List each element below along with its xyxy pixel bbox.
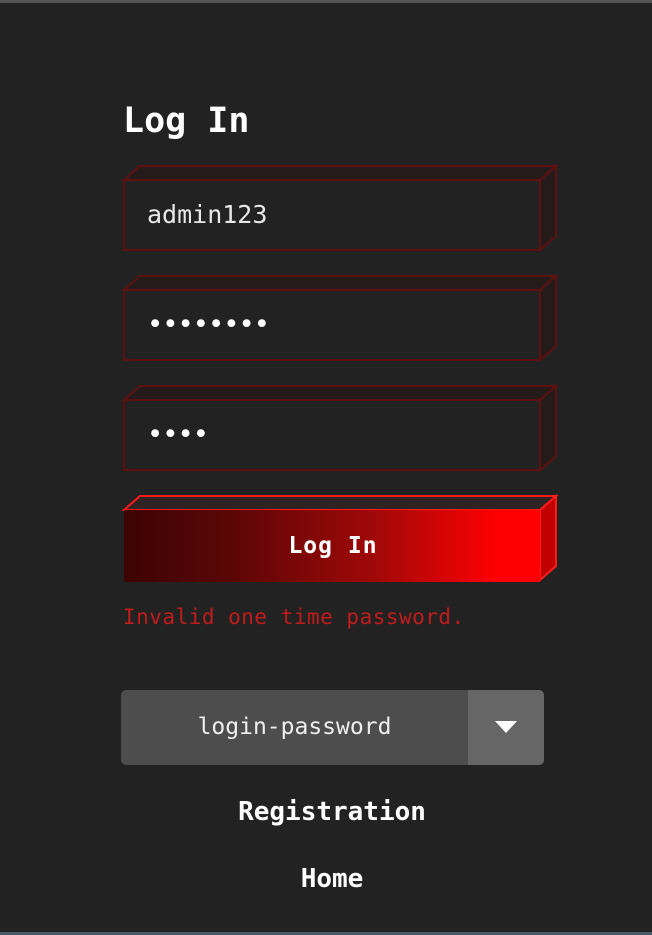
username-field-wrapper	[121, 163, 559, 253]
otp-field-wrapper	[121, 383, 559, 473]
login-method-select[interactable]: login-password	[121, 690, 544, 765]
registration-link[interactable]: Registration	[0, 797, 652, 827]
home-link-label: Home	[300, 864, 364, 894]
error-message: Invalid one time password.	[123, 605, 465, 629]
login-method-selected-value: login-password	[197, 714, 392, 740]
window-top-border	[0, 0, 652, 3]
page-title: Log In	[123, 101, 250, 141]
registration-link-label: Registration	[238, 797, 426, 827]
login-button[interactable]: Log In	[121, 493, 559, 584]
password-input[interactable]	[125, 292, 539, 357]
otp-input[interactable]	[125, 402, 539, 467]
home-link[interactable]: Home	[0, 864, 652, 894]
select-dropdown-toggle[interactable]	[468, 690, 544, 765]
chevron-down-icon	[495, 721, 517, 733]
password-field-wrapper	[121, 273, 559, 363]
login-button-label: Log In	[288, 533, 378, 559]
username-input[interactable]	[125, 182, 539, 247]
